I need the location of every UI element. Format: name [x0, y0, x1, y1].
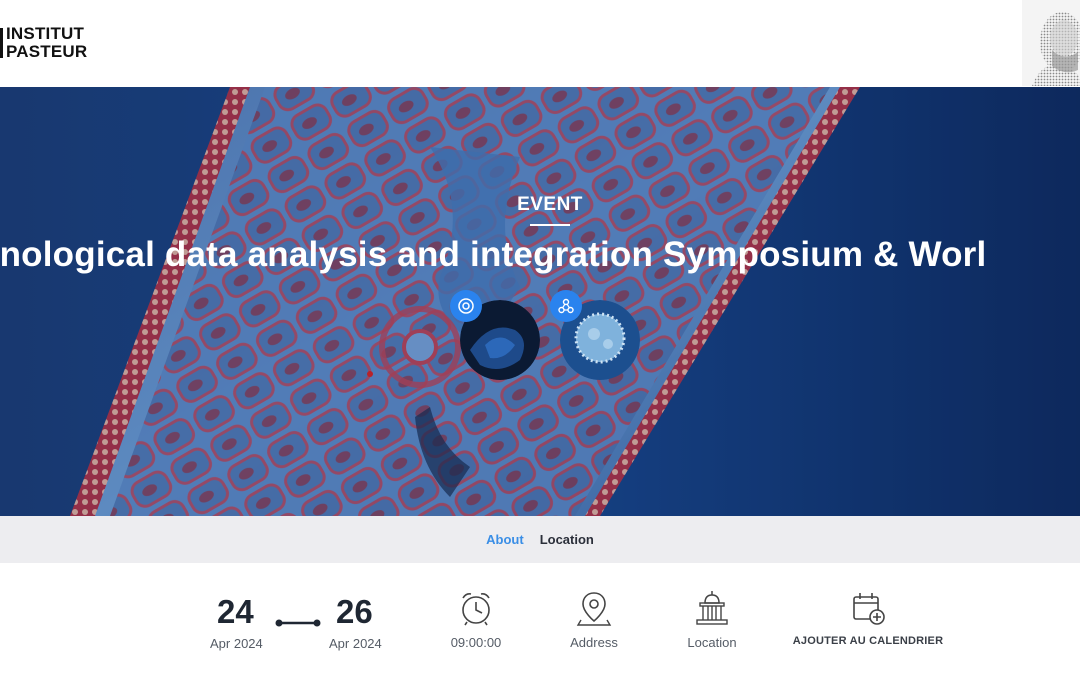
event-info-row: 24 Apr 2024 26 Apr 2024 09:00:00 Address — [0, 563, 1080, 675]
logo-line-1: INSTITUT — [6, 24, 85, 43]
topic-badge-molecule-icon — [550, 290, 582, 322]
event-location[interactable]: Location — [652, 589, 772, 650]
end-day: 26 — [336, 593, 373, 630]
tab-location[interactable]: Location — [540, 532, 594, 547]
building-icon — [696, 591, 728, 625]
pasteur-portrait-image — [1022, 0, 1080, 86]
add-to-calendar-button[interactable]: AJOUTER AU CALENDRIER — [788, 589, 948, 647]
event-address-label: Address — [570, 635, 618, 650]
clock-icon — [462, 593, 490, 626]
date-range-connector — [275, 619, 321, 627]
map-pin-icon — [576, 592, 612, 626]
event-location-label: Location — [687, 635, 737, 650]
tab-about[interactable]: About — [486, 532, 524, 547]
event-time: 09:00:00 — [416, 589, 536, 650]
calendar-add-icon — [853, 593, 885, 625]
logo-line-2: PASTEUR — [6, 42, 88, 61]
eyebrow-divider — [530, 224, 570, 226]
hero-background-image — [0, 87, 1080, 516]
start-day: 24 — [217, 593, 254, 630]
logo-mark — [0, 28, 3, 58]
site-header: INSTITUT PASTEUR — [0, 0, 1080, 87]
event-address[interactable]: Address — [534, 589, 654, 650]
event-time-label: 09:00:00 — [450, 635, 502, 650]
hero-banner: EVENT unological data analysis and integ… — [0, 87, 1080, 516]
institut-pasteur-logo[interactable]: INSTITUT PASTEUR — [0, 24, 88, 61]
section-tabs: About Location — [0, 516, 1080, 563]
start-month: Apr 2024 — [210, 636, 263, 651]
end-month: Apr 2024 — [329, 636, 382, 651]
add-to-calendar-label: AJOUTER AU CALENDRIER — [792, 635, 944, 647]
event-title: unological data analysis and integration… — [0, 235, 987, 274]
event-eyebrow: EVENT — [517, 194, 583, 215]
topic-badge-target-icon — [450, 290, 482, 322]
